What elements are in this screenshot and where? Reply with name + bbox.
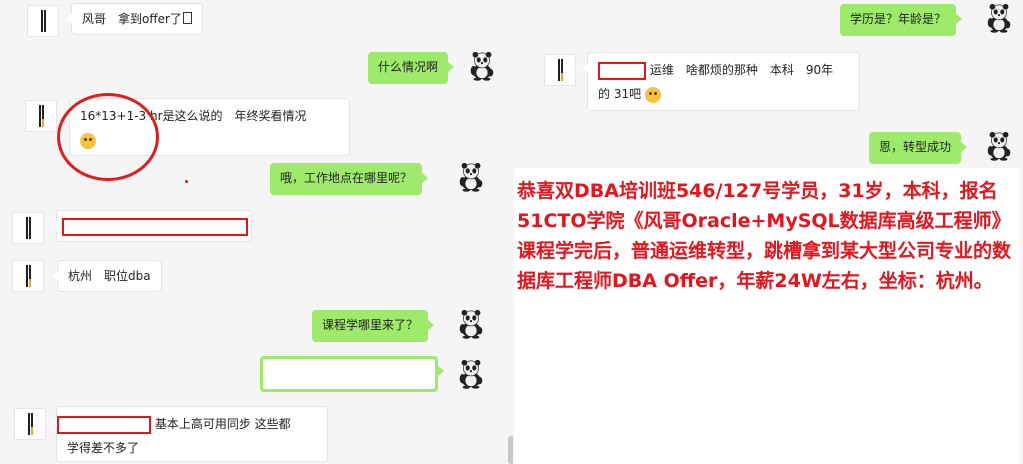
message-bubble-contact: 运维 啥都烦的那种 本科 90年 的 31吧 [582,52,860,111]
laughing-emoji-icon [644,86,661,103]
redaction-box [57,415,151,434]
redaction-box [62,217,248,236]
message-text: 学得差不多了 [67,441,140,455]
message-bubble-self: 什么情况啊 [368,52,455,84]
contact-avatar-icon[interactable] [544,54,576,86]
red-dot-annotation [185,180,188,183]
message-text: 课程学哪里来了？ [322,318,419,332]
contact-avatar-icon[interactable] [12,212,44,244]
message-bubble-contact: 基本上高可用同步 这些都 学得差不多了 [51,406,328,462]
message-bubble-self: 学历是？年龄是？ [840,4,963,36]
panda-avatar-icon[interactable] [455,358,487,390]
chat-panel-left: 风哥 拿到offer了 什么情况啊 16*13+1-3 hr是这么说的 年终奖看… [0,0,513,464]
message-text: 的 31吧 [598,87,642,101]
message-bubble-contact [51,210,252,242]
message-text: 学历是？年龄是？ [850,12,947,26]
panda-avatar-icon[interactable] [455,161,487,193]
message-text: 什么情况啊 [378,60,439,74]
contact-avatar-icon[interactable] [12,260,44,292]
panda-avatar-icon[interactable] [983,130,1015,162]
panda-avatar-icon[interactable] [983,2,1015,34]
announcement-text: 恭喜双DBA培训班546/127号学员，31岁，本科，报名51CTO学院《风哥O… [514,168,1020,464]
message-bubble-contact: 风哥 拿到offer了 [66,3,203,35]
redaction-box [598,61,646,80]
contact-avatar-icon[interactable] [14,408,46,440]
message-text: 风哥 拿到offer了 [82,12,182,26]
panda-avatar-icon[interactable] [466,50,498,82]
message-text: 杭州 职位dba [68,269,151,283]
message-bubble-self [260,356,444,392]
message-bubble-contact: 杭州 职位dba [52,260,162,292]
message-text: 哦，工作地点在哪里呢？ [280,171,413,185]
missing-glyph-icon [182,12,192,24]
panda-avatar-icon[interactable] [455,308,487,340]
message-text: 基本上高可用同步 这些都 [151,417,291,431]
message-text: 运维 啥都烦的那种 本科 90年 [646,63,834,77]
message-bubble-self: 恩，转型成功 [869,132,968,164]
message-text: hr是这么说的 年终奖看情况 [146,109,307,123]
red-circle-annotation [57,93,159,181]
message-text: 恩，转型成功 [879,140,952,154]
contact-avatar-icon[interactable] [25,100,57,132]
message-bubble-self: 哦，工作地点在哪里呢？ [270,163,429,195]
redaction-box [263,359,435,389]
contact-avatar-icon[interactable] [27,5,59,37]
message-bubble-self: 课程学哪里来了？ [312,310,435,342]
